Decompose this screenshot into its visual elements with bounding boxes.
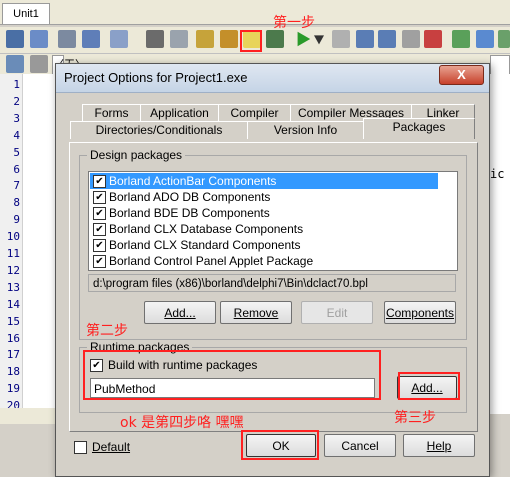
tab-unit1[interactable]: Unit1 (2, 3, 50, 24)
tab-compiler[interactable]: Compiler (218, 104, 291, 122)
line-number: 15 (6, 314, 20, 328)
line-number: 9 (13, 213, 20, 227)
data-module-icon[interactable] (476, 30, 494, 48)
run-icon[interactable] (297, 31, 311, 47)
line-number: 4 (13, 128, 20, 142)
tab-version-info[interactable]: Version Info (247, 121, 364, 139)
line-number: 1 (13, 78, 20, 91)
open-icon[interactable] (30, 30, 48, 48)
step4-annotation: ok 是第四步咯 嘿嘿 (120, 415, 244, 431)
view-form-icon[interactable] (30, 55, 48, 73)
list-item[interactable]: ✔ Borland ADO DB Components (90, 189, 438, 205)
palette-icon[interactable] (498, 30, 510, 48)
list-item[interactable]: ✔ Borland Control Panel Applet Package (90, 253, 438, 269)
line-number: 17 (6, 348, 20, 362)
list-item[interactable]: ✔ Borland ActionBar Components (90, 173, 438, 189)
line-number: 8 (13, 196, 20, 210)
editor-tab-strip: Unit1 (0, 0, 510, 25)
combo-right[interactable] (490, 55, 510, 75)
design-packages-list[interactable]: ✔ Borland ActionBar Components ✔ Borland… (88, 171, 458, 271)
tab-application[interactable]: Application (140, 104, 219, 122)
checkbox-default[interactable] (74, 441, 87, 454)
remove-package-button[interactable]: Remove (220, 301, 292, 324)
list-item[interactable]: ✔ Borland CLX Database Components (90, 221, 438, 237)
package-checkbox[interactable]: ✔ (93, 207, 106, 220)
trace-into-icon[interactable] (356, 30, 374, 48)
trace-icon[interactable] (424, 30, 442, 48)
tab-packages[interactable]: Packages (363, 118, 475, 139)
run-to-cursor-icon[interactable] (402, 30, 420, 48)
open-project-icon[interactable] (110, 30, 128, 48)
package-checkbox[interactable]: ✔ (93, 175, 106, 188)
editor-statusbar (0, 408, 60, 424)
step-over-icon[interactable] (378, 30, 396, 48)
default-label: Default (92, 440, 131, 454)
list-item[interactable]: ✔ Borland BDE DB Components (90, 205, 438, 221)
components-button[interactable]: Components (384, 301, 456, 324)
line-number: 19 (6, 382, 20, 396)
copy-icon[interactable] (170, 30, 188, 48)
remove-file-icon[interactable] (220, 30, 238, 48)
package-path: d:\program files (x86)\borland\delphi7\B… (88, 274, 456, 292)
step1-highlight (240, 30, 262, 52)
list-item[interactable]: ✔ Borland CLX Standard Components (90, 237, 438, 253)
run-dropdown-icon[interactable] (314, 35, 324, 45)
step4-highlight (241, 430, 319, 460)
view-unit-icon[interactable] (6, 55, 24, 73)
save-all-icon[interactable] (82, 30, 100, 48)
pause-icon[interactable] (332, 30, 350, 48)
cancel-button[interactable]: Cancel (324, 434, 396, 457)
line-number: 10 (6, 230, 20, 244)
line-number: 13 (6, 280, 20, 294)
dialog-title: Project Options for Project1.exe (64, 70, 248, 85)
line-number: 18 (6, 365, 20, 379)
step3-annotation: 第三步 (394, 410, 436, 426)
step1-annotation: 第一步 (273, 15, 315, 31)
tab-forms[interactable]: Forms (82, 104, 141, 122)
cut-icon[interactable] (146, 30, 164, 48)
line-number: 2 (13, 94, 20, 108)
step2-annotation: 第二步 (86, 323, 128, 339)
step2-highlight (83, 350, 381, 400)
add-package-button[interactable]: Add... (144, 301, 216, 324)
new-icon[interactable] (6, 30, 24, 48)
dialog-titlebar: Project Options for Project1.exe X (56, 64, 489, 93)
line-number: 14 (6, 297, 20, 311)
line-number-gutter: 123456789101112131415161718192033 (0, 74, 23, 423)
code-fragment: ic (490, 167, 505, 181)
package-checkbox[interactable]: ✔ (93, 239, 106, 252)
add-file-icon[interactable] (196, 30, 214, 48)
line-number: 3 (13, 111, 20, 125)
line-number: 12 (6, 263, 20, 277)
line-number: 11 (6, 247, 20, 260)
tab-directories-conditionals[interactable]: Directories/Conditionals (70, 121, 248, 139)
package-checkbox[interactable]: ✔ (93, 255, 106, 268)
default-checkbox[interactable]: Default (74, 440, 164, 456)
line-number: 5 (13, 145, 20, 159)
help-button[interactable]: Help (403, 434, 475, 457)
line-number: 16 (6, 331, 20, 345)
line-number: 7 (13, 179, 20, 193)
design-packages-label: Design packages (87, 148, 186, 162)
save-icon[interactable] (58, 30, 76, 48)
close-button[interactable]: X (439, 65, 484, 85)
toggle-form-unit-icon[interactable] (266, 30, 284, 48)
package-checkbox[interactable]: ✔ (93, 191, 106, 204)
edit-package-button[interactable]: Edit (301, 301, 373, 324)
component-icon[interactable] (452, 30, 470, 48)
step3-highlight (398, 372, 460, 400)
line-number: 6 (13, 162, 20, 176)
package-checkbox[interactable]: ✔ (93, 223, 106, 236)
